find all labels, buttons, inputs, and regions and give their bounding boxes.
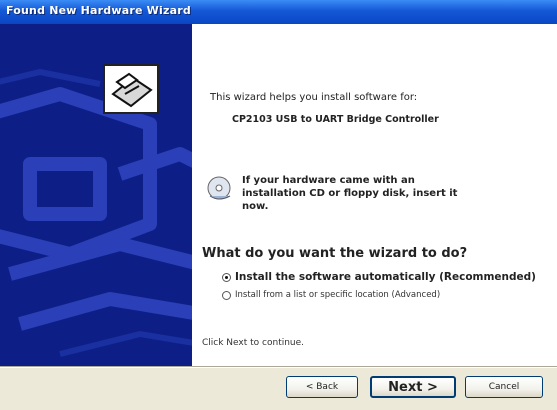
wizard-hardware-icon: [103, 64, 159, 114]
radio-advanced[interactable]: [222, 290, 231, 300]
cancel-button[interactable]: Cancel: [465, 376, 543, 398]
next-button[interactable]: Next >: [370, 376, 456, 398]
wizard-content: This wizard helps you install software f…: [192, 24, 557, 366]
intro-text: This wizard helps you install software f…: [210, 92, 418, 103]
title-bar[interactable]: Found New Hardware Wizard: [0, 0, 557, 24]
option-advanced-label: Install from a list or specific location…: [235, 290, 441, 300]
option-install-automatic[interactable]: Install the software automatically (Reco…: [222, 271, 536, 283]
option-automatic-label: Install the software automatically (Reco…: [235, 271, 536, 283]
continue-text: Click Next to continue.: [202, 338, 305, 348]
side-panel-graphic: [0, 68, 192, 357]
option-install-advanced[interactable]: Install from a list or specific location…: [222, 290, 440, 300]
wizard-side-panel: [0, 24, 192, 366]
radio-automatic[interactable]: [222, 272, 231, 282]
back-button[interactable]: < Back: [286, 376, 358, 398]
cd-icon: [206, 174, 234, 202]
wizard-question: What do you want the wizard to do?: [202, 246, 468, 261]
footer-separator: [0, 366, 557, 368]
device-name: CP2103 USB to UART Bridge Controller: [232, 114, 439, 125]
cd-prompt-text: If your hardware came with an installati…: [242, 175, 458, 212]
window-title: Found New Hardware Wizard: [6, 4, 191, 17]
